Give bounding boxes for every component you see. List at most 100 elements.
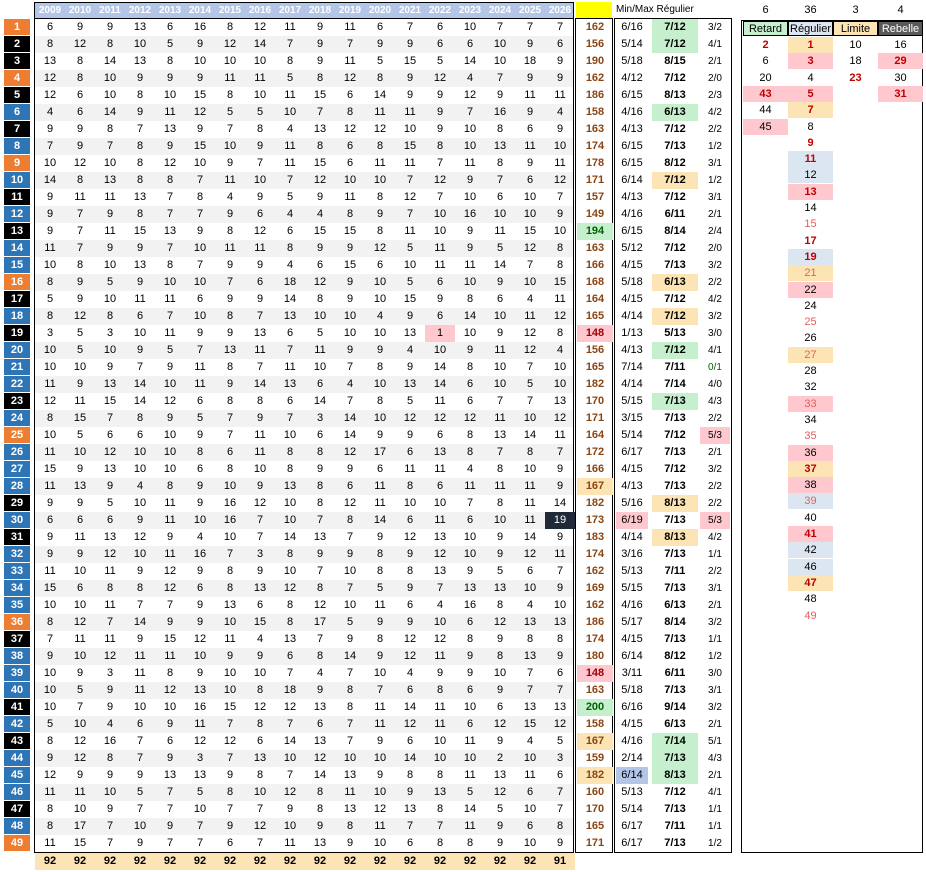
value-cell: 14 [133, 616, 147, 628]
value-cell: 7 [166, 786, 174, 798]
row-number: 26 [4, 444, 30, 460]
value-cell: 9 [406, 361, 414, 373]
value-cell: 4 [316, 208, 324, 220]
value-cell: 9 [46, 548, 54, 560]
value-cell: 9 [136, 769, 144, 781]
value-cell: 10 [373, 786, 387, 798]
count-rebelle: 4 [897, 4, 904, 16]
row-number: 23 [4, 393, 30, 409]
regulier-range: 6/13 [652, 104, 698, 121]
value-cell: 8 [166, 174, 174, 186]
value-cell: 9 [526, 157, 534, 169]
value-cell: 10 [493, 514, 507, 526]
regulier-value: 41 [788, 526, 833, 542]
regulier-value: 28 [804, 365, 817, 377]
value-cell: 8 [316, 582, 324, 594]
value-cell: 7 [166, 599, 174, 611]
value-cell: 12 [553, 174, 567, 186]
value-cell: 12 [163, 395, 177, 407]
regulier-range: 7/13 [664, 140, 686, 152]
value-cell: 9 [316, 38, 324, 50]
value-cell: 11 [74, 191, 86, 203]
ratio-cell: 2/2 [708, 498, 722, 509]
value-cell: 13 [523, 616, 537, 628]
regulier-value: 21 [788, 265, 833, 282]
value-cell: 9 [226, 650, 234, 662]
value-cell: 8 [496, 463, 504, 475]
value-cell: 7 [286, 769, 294, 781]
ratio-cell: 4/3 [708, 396, 722, 407]
minmax-cell: 6/15 [621, 89, 643, 101]
row-total: 171 [585, 412, 605, 424]
value-cell: 11 [44, 837, 56, 849]
row-number: 1 [4, 19, 30, 35]
value-cell: 8 [466, 446, 474, 458]
value-cell: 16 [223, 497, 237, 509]
value-cell: 13 [283, 633, 297, 645]
value-cell: 6 [376, 259, 384, 271]
value-cell: 14 [403, 701, 417, 713]
value-cell: 10 [193, 803, 207, 815]
value-cell: 15 [253, 616, 267, 628]
value-cell: 7 [436, 157, 444, 169]
minmax-cell: 4/13 [621, 480, 643, 492]
row-number: 38 [4, 648, 30, 664]
value-cell: 11 [434, 514, 446, 526]
value-cell: 7 [106, 820, 114, 832]
value-cell: 8 [466, 429, 474, 441]
row-number: 36 [4, 614, 30, 630]
value-cell: 16 [103, 735, 117, 747]
value-cell: 11 [374, 820, 386, 832]
regulier-value: 26 [804, 332, 817, 345]
value-cell: 8 [376, 140, 384, 152]
value-cell: 12 [103, 446, 117, 458]
value-cell: 7 [526, 361, 534, 373]
value-cell: 4 [46, 106, 54, 118]
value-cell: 9 [76, 463, 84, 475]
value-cell: 9 [256, 140, 264, 152]
row-number: 45 [4, 767, 30, 783]
value-cell: 5 [316, 327, 324, 339]
value-cell: 9 [256, 565, 264, 577]
value-cell: 13 [133, 191, 147, 203]
value-cell: 7 [406, 21, 414, 33]
value-cell: 9 [196, 429, 204, 441]
value-cell: 5 [166, 38, 174, 50]
value-cell: 10 [103, 344, 117, 356]
value-cell: 9 [256, 480, 264, 492]
value-cell: 6 [526, 123, 534, 135]
value-cell: 10 [193, 242, 207, 254]
value-cell: 12 [253, 701, 267, 713]
value-cell: 13 [343, 769, 357, 781]
value-cell: 11 [374, 701, 386, 713]
value-cell: 8 [556, 259, 564, 271]
value-cell: 10 [553, 378, 567, 390]
value-cell: 8 [376, 191, 384, 203]
value-cell: 11 [404, 225, 416, 237]
value-cell: 6 [76, 89, 84, 101]
value-cell: 15 [43, 582, 57, 594]
value-cell: 10 [133, 446, 147, 458]
value-cell: 7 [226, 276, 234, 288]
value-cell: 14 [283, 531, 297, 543]
value-cell: 6 [556, 38, 564, 50]
regulier-value: 37 [788, 460, 833, 477]
year-header: 2026 [548, 5, 572, 16]
value-cell: 9 [196, 480, 204, 492]
value-cell: 10 [373, 667, 387, 679]
value-cell: 8 [226, 225, 234, 237]
value-cell: 12 [313, 174, 327, 186]
value-cell: 8 [316, 293, 324, 305]
value-cell: 9 [136, 565, 144, 577]
value-cell: 8 [286, 446, 294, 458]
regulier-range: 6/13 [664, 718, 686, 730]
value-cell: 3 [196, 752, 204, 764]
ratio-cell: 3/2 [708, 22, 722, 33]
value-cell: 9 [556, 123, 564, 135]
regulier-value: 25 [804, 316, 817, 329]
ratio-cell: 5/3 [700, 427, 730, 444]
value-cell: 9 [466, 174, 474, 186]
value-cell: 10 [223, 616, 237, 628]
year-header: 2011 [99, 5, 121, 16]
value-cell: 10 [163, 463, 177, 475]
